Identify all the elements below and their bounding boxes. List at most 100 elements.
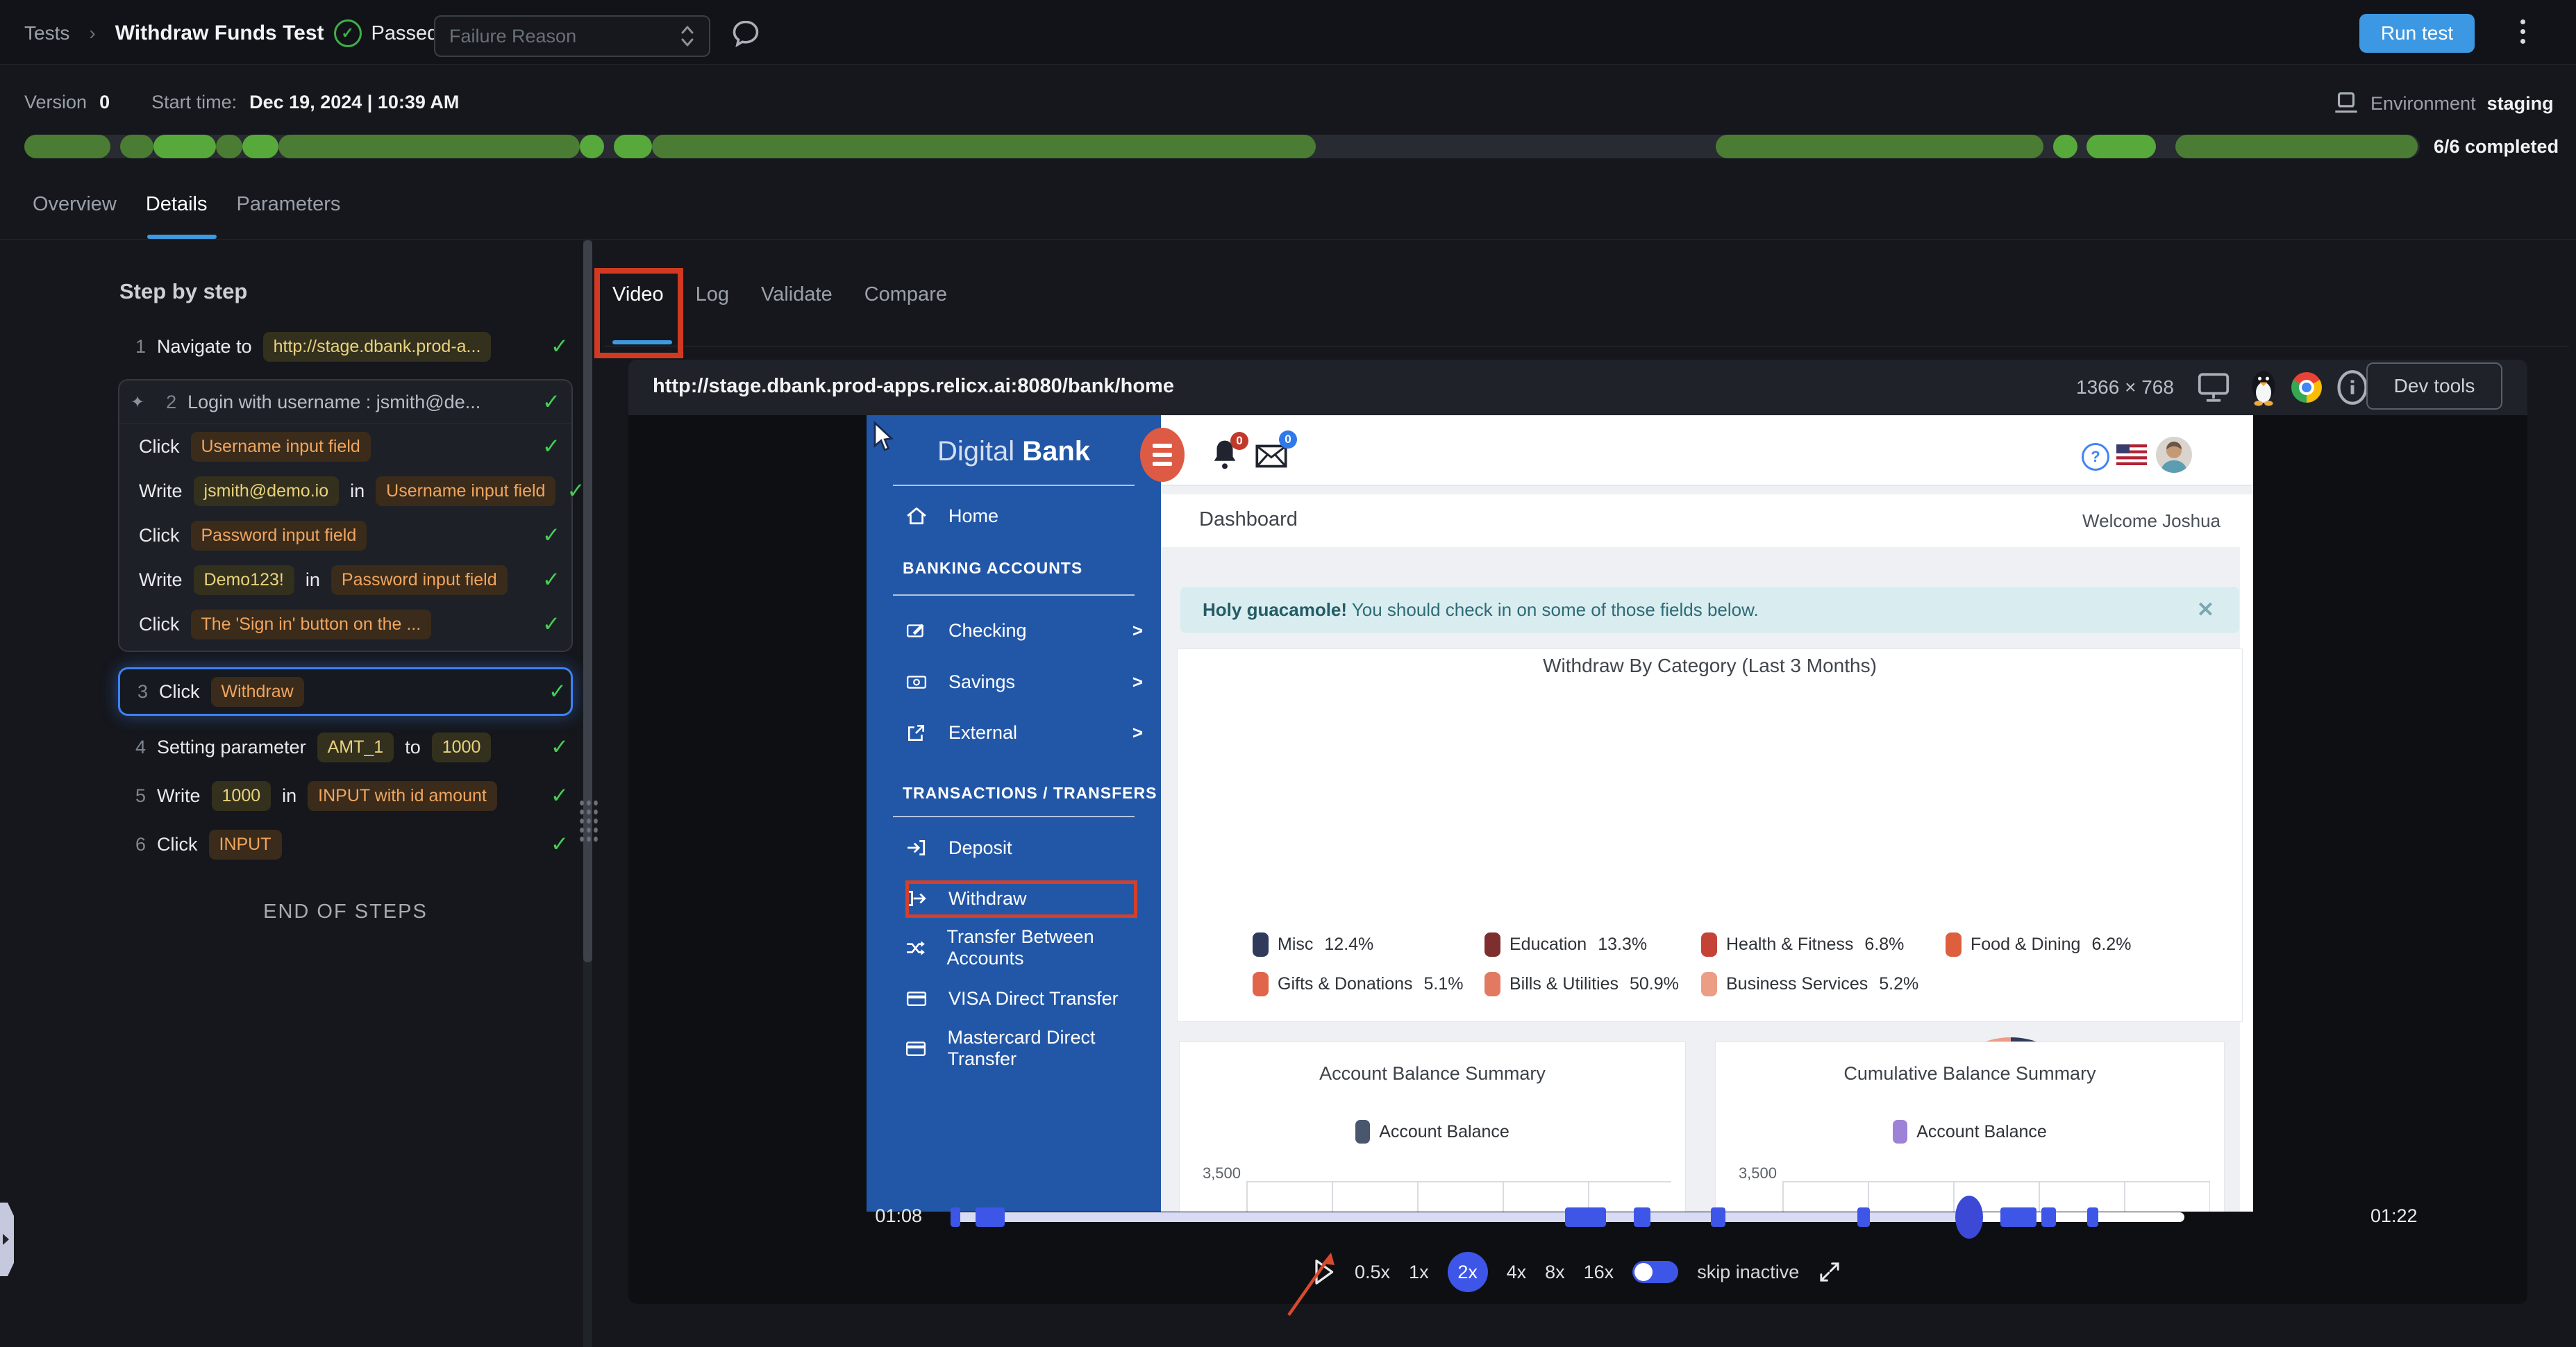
step-action-text: Click	[159, 680, 200, 702]
timeline-marker[interactable]	[1857, 1207, 1870, 1227]
progress-segment	[651, 135, 1316, 158]
legend-item: Business Services 5.2%	[1701, 972, 1946, 996]
info-icon[interactable]	[2334, 369, 2370, 405]
panel-resize-handle[interactable]	[578, 798, 598, 843]
step-row[interactable]: Write jsmith@demo.io in Username input fiel…	[119, 469, 585, 513]
check-icon: ✓	[551, 832, 569, 856]
sidebar-item-transfer-between-accounts: Transfer Between Accounts	[867, 922, 1161, 973]
timeline-marker[interactable]	[2000, 1207, 2036, 1227]
step-row-selected[interactable]: 3 Click Withdraw ✓	[118, 667, 573, 716]
chart-plot-area	[1246, 1181, 1671, 1212]
tab-parameters[interactable]: Parameters	[237, 193, 341, 216]
sidebar-toggle-button	[1140, 428, 1185, 482]
breadcrumb-tests[interactable]: Tests	[24, 22, 69, 44]
sidebar-item-label: Deposit	[948, 837, 1012, 858]
step-value-badge: jsmith@demo.io	[193, 476, 340, 506]
progress-segment	[153, 135, 216, 158]
step-row[interactable]: 1 Navigate to http://stage.dbank.prod-a...…	[118, 325, 573, 368]
fullscreen-icon[interactable]	[1818, 1260, 1841, 1284]
timeline-marker[interactable]	[975, 1207, 1005, 1227]
comment-bubble-icon[interactable]	[730, 18, 761, 49]
step-action-text: in	[305, 569, 320, 590]
main-tab-bar: Overview Details Parameters	[33, 193, 340, 216]
steps-scrollbar-thumb[interactable]	[583, 240, 592, 962]
timeline-marker[interactable]	[1634, 1207, 1650, 1227]
dev-tools-button[interactable]: Dev tools	[2366, 362, 2502, 410]
sidebar-item-label: Checking	[948, 619, 1027, 641]
legend-label: Health & Fitness	[1726, 935, 1854, 954]
sidebar-section-title: BANKING ACCOUNTS	[903, 559, 1083, 577]
tab-overview[interactable]: Overview	[33, 193, 117, 216]
deposit-icon	[903, 838, 930, 857]
step-value-badge: http://stage.dbank.prod-a...	[262, 331, 492, 362]
step-action-text: Write	[139, 569, 183, 590]
speed-16x[interactable]: 16x	[1584, 1262, 1614, 1283]
step-row[interactable]: 6 Click INPUT ✓	[118, 820, 573, 869]
step-group: ✦ 2 Login with username : jsmith@de... ✓ Cli…	[118, 379, 585, 652]
start-time-value: Dec 19, 2024 | 10:39 AM	[249, 92, 460, 112]
step-row[interactable]: Click Password input field ✓	[119, 513, 571, 558]
step-row-group-header[interactable]: ✦ 2 Login with username : jsmith@de... ✓	[119, 380, 571, 424]
tab-log[interactable]: Log	[696, 283, 729, 306]
legend-value: 5.2%	[1879, 974, 1919, 994]
expand-panel-handle[interactable]	[0, 1203, 14, 1276]
tab-validate[interactable]: Validate	[761, 283, 833, 306]
current-time: 01:08	[875, 1205, 922, 1226]
timeline-playhead[interactable]	[1955, 1196, 1983, 1239]
credit-card-icon	[903, 989, 930, 1008]
speed-1x[interactable]: 1x	[1409, 1262, 1429, 1283]
external-link-icon	[903, 723, 930, 742]
timeline-marker[interactable]	[2041, 1207, 2057, 1227]
speed-8x[interactable]: 8x	[1545, 1262, 1565, 1283]
step-by-step-panel: Step by step 1 Navigate to http://stage.db…	[118, 279, 585, 923]
mail-icon	[1255, 444, 1287, 468]
legend-swatch	[1253, 972, 1269, 996]
step-action-text: Click	[139, 613, 180, 635]
speed-0.5x[interactable]: 0.5x	[1355, 1262, 1390, 1283]
cursor-icon	[873, 421, 894, 451]
step-action-text: in	[350, 480, 365, 501]
annotation-arrow	[1287, 1253, 1335, 1316]
run-test-button[interactable]: Run test	[2359, 14, 2475, 53]
check-icon: ✓	[542, 434, 560, 458]
legend-value: 6.2%	[2091, 935, 2132, 954]
timeline-marker[interactable]	[1564, 1207, 1606, 1227]
step-target-badge: Username input field	[190, 431, 371, 462]
sidebar-item-checking: Checking >	[867, 605, 1161, 656]
top-bar: Tests › Withdraw Funds Test ✓ Passed Fai…	[0, 0, 2576, 65]
tab-compare[interactable]: Compare	[864, 283, 947, 306]
sidebar-item-label: External	[948, 721, 1018, 743]
us-flag-icon	[2116, 444, 2147, 465]
step-row[interactable]: Click Username input field ✓	[119, 424, 571, 469]
sidebar-divider	[893, 816, 1135, 817]
sidebar-item-label: VISA Direct Transfer	[948, 987, 1119, 1009]
timeline-marker[interactable]	[951, 1207, 961, 1227]
step-target-badge: Withdraw	[210, 676, 304, 707]
failure-reason-select[interactable]: Failure Reason	[434, 15, 710, 57]
timeline-marker[interactable]	[1710, 1207, 1725, 1227]
check-icon: ✓	[551, 334, 569, 358]
player-controls: 0.5x 1x 2x 4x 8x 16x skip inactive	[1311, 1251, 1841, 1293]
legend-item: Education 13.3%	[1484, 932, 1701, 957]
legend-label: Education	[1509, 935, 1587, 954]
progress-segment	[2086, 135, 2157, 158]
step-row[interactable]: 5 Write 1000 in INPUT with id amount ✓	[118, 771, 573, 820]
timeline-marker[interactable]	[2086, 1207, 2098, 1227]
legend-label: Business Services	[1726, 974, 1868, 994]
avatar	[2156, 437, 2192, 473]
help-icon: ?	[2082, 443, 2109, 471]
chart-plot-area	[1782, 1181, 2210, 1212]
withdraw-category-card: Withdraw By Category (Last 3 Months) Mis…	[1177, 649, 2243, 1212]
tab-divider	[0, 239, 2576, 240]
step-row[interactable]: 4 Setting parameter AMT_1 to 1000 ✓	[118, 723, 573, 771]
legend-label: Misc	[1278, 935, 1314, 954]
speed-2x[interactable]: 2x	[1447, 1252, 1488, 1292]
step-row[interactable]: Click The 'Sign in' button on the ... ✓	[119, 602, 571, 646]
step-value-badge: 1000	[431, 732, 492, 762]
legend-item: Health & Fitness 6.8%	[1701, 932, 1946, 957]
skip-inactive-toggle[interactable]	[1632, 1261, 1679, 1283]
speed-4x[interactable]: 4x	[1507, 1262, 1527, 1283]
tab-details[interactable]: Details	[146, 193, 208, 216]
more-options-kebab-icon[interactable]	[2520, 19, 2525, 44]
step-row[interactable]: Write Demo123! in Password input field ✓	[119, 558, 571, 602]
